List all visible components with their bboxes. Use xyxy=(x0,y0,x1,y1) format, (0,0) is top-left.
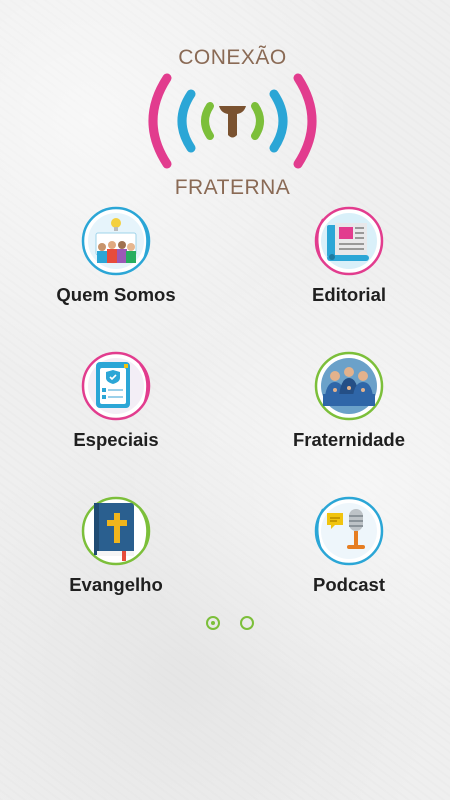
page-dot-active[interactable] xyxy=(206,616,220,630)
page-indicator xyxy=(206,616,262,636)
menu-item-especiais[interactable]: Especiais xyxy=(25,350,205,462)
menu-item-podcast[interactable]: Podcast xyxy=(258,495,438,607)
menu-item-fraternidade[interactable]: Fraternidade xyxy=(258,350,438,462)
menu-item-editorial[interactable]: Editorial xyxy=(258,205,438,317)
menu-item-label: Fraternidade xyxy=(292,429,406,450)
checklist-shield-icon xyxy=(81,351,151,421)
open-book-icon xyxy=(314,206,384,276)
menu-item-quem-somos[interactable]: Quem Somos xyxy=(25,205,205,317)
microphone-icon xyxy=(314,496,384,566)
praying-friars-icon xyxy=(314,351,384,421)
menu-item-label: Podcast xyxy=(313,574,385,595)
logo-line-2: FRATERNA xyxy=(174,176,291,199)
menu-item-evangelho[interactable]: Evangelho xyxy=(25,495,205,607)
menu-item-label: Especiais xyxy=(73,429,159,450)
bible-icon xyxy=(81,496,151,566)
page-dot[interactable] xyxy=(240,616,254,630)
menu-item-label: Editorial xyxy=(311,284,386,305)
menu-item-label: Quem Somos xyxy=(56,284,176,305)
app-logo: CONEXÃO FRATERNA xyxy=(145,38,320,203)
team-meeting-icon xyxy=(81,206,151,276)
menu-item-label: Evangelho xyxy=(69,574,163,595)
